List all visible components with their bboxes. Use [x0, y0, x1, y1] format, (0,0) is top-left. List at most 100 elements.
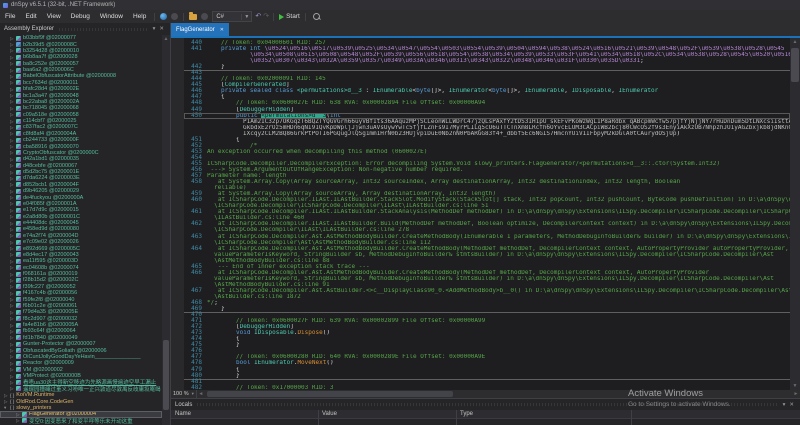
zoom-control[interactable]: 100 % ▾ — [171, 390, 197, 398]
class-icon — [16, 258, 21, 264]
open-folder-icon[interactable] — [189, 11, 198, 20]
debug-blue-icon[interactable] — [160, 13, 168, 20]
assembly-explorer-title: Assembly Explorer — [4, 26, 55, 32]
tab-close-icon[interactable]: ✕ — [220, 27, 224, 33]
scroll-down-icon[interactable]: ▼ — [790, 382, 800, 390]
class-icon — [16, 360, 21, 366]
tree-item-label: fb93c64f @02000064 — [23, 328, 76, 335]
tree-item-label: FlagGenerator @02000004 — [29, 411, 97, 418]
menu-view[interactable]: View — [42, 13, 66, 20]
class-icon — [16, 220, 21, 226]
scrollbar-thumb[interactable] — [163, 340, 169, 410]
tree-item-label: CryptoObfuscator @0200000C — [23, 149, 99, 156]
tree-item-label: f59fe2f8 @02000040 — [23, 296, 75, 303]
class-icon — [16, 214, 21, 220]
menu-help[interactable]: Help — [128, 13, 151, 20]
tree-item[interactable]: ▷ 遥琨园撞绳过堇义习吩唯一正兴敦道尽敦禹反歧庸圾庵竭 — [0, 386, 162, 392]
close-icon[interactable]: ✕ — [787, 402, 796, 408]
panel-position-icon[interactable]: ▾ — [151, 26, 158, 32]
scrollbar-thumb[interactable] — [206, 391, 454, 397]
class-icon — [16, 367, 21, 373]
tab-flaggenerator[interactable]: FlagGenerator ✕ — [171, 23, 229, 36]
tree-item-label: OldRod.Core.CodeGen — [16, 398, 74, 405]
class-icon — [16, 137, 21, 143]
scroll-up-icon[interactable]: ▲ — [162, 35, 170, 43]
panel-drag-area[interactable] — [196, 403, 777, 406]
horizontal-scrollbar[interactable] — [205, 390, 792, 398]
locals-column-headers: Name Value Type — [171, 410, 800, 419]
menu-edit[interactable]: Edit — [20, 13, 41, 20]
tree-item-label: b6b8aa7f @02000028 — [23, 54, 78, 61]
class-icon — [16, 284, 21, 290]
scroll-right-icon[interactable]: ► — [792, 391, 800, 397]
class-icon — [16, 105, 21, 111]
tree-item-label: d9b46205 @02000029 — [23, 188, 80, 195]
toolbar-separator — [183, 12, 185, 21]
editor-vertical-scrollbar[interactable]: ▲ ▼ — [790, 38, 800, 390]
class-icon — [16, 379, 21, 385]
scroll-up-icon[interactable]: ▲ — [790, 38, 800, 46]
scroll-left-icon[interactable]: ◄ — [197, 391, 205, 397]
locals-column-value[interactable]: Value — [322, 410, 337, 418]
tree-item-label: e458ed9d @02000080 — [23, 226, 80, 233]
tree-item-label: d48cebfe @02000067 — [23, 162, 78, 169]
class-icon — [16, 341, 21, 347]
tree-item[interactable]: ▷ OiCuntJollyGoodDayYeHavin______________… — [0, 354, 162, 360]
namespace-icon: { } — [10, 405, 15, 411]
tree-item-label: f39fc227 @02000052 — [23, 283, 76, 290]
panel-position-icon[interactable]: ▾ — [781, 402, 788, 408]
class-icon — [16, 322, 21, 328]
class-icon — [16, 80, 21, 86]
tree-item-label: f6b01c2e @02000061 — [23, 302, 78, 309]
locals-column-name[interactable]: Name — [175, 410, 191, 418]
start-button[interactable]: Start — [279, 13, 300, 20]
class-icon — [16, 354, 21, 360]
class-icon — [16, 42, 21, 48]
breakpoint-margin[interactable] — [171, 38, 184, 390]
class-icon — [16, 246, 21, 252]
tree-item-label: b3254d28 @02000010 — [23, 47, 80, 54]
class-icon — [16, 35, 21, 41]
class-icon — [16, 118, 21, 124]
tree-item-label: fa4e81b6 @0200005A — [23, 322, 79, 329]
menu-debug[interactable]: Debug — [66, 13, 95, 20]
search-icon[interactable] — [312, 13, 320, 20]
start-icon — [279, 13, 285, 20]
class-icon — [16, 290, 21, 296]
menu-window[interactable]: Window — [95, 13, 128, 20]
close-icon[interactable]: ✕ — [157, 26, 166, 32]
sidebar-scrollbar[interactable]: ▲ — [162, 35, 170, 425]
tree-item-label: e17d7d9c @02000015 — [23, 207, 79, 214]
tree-item-label: d42a1bd1 @02000035 — [23, 156, 80, 163]
column-divider[interactable] — [456, 410, 457, 425]
column-divider[interactable] — [631, 410, 632, 425]
tree-item[interactable]: ▷ 变空0:因变恶来了和变平呼等乐未开动这重 — [0, 418, 162, 424]
locals-column-type[interactable]: Type — [460, 410, 473, 418]
code-editor[interactable]: 440// Token: 0x04000601 RID: 257 441 priva… — [171, 38, 790, 390]
tree-item-label: bc718045 @02000068 — [23, 105, 79, 112]
language-value: C# — [216, 13, 224, 20]
class-icon — [16, 239, 21, 245]
chevron-down-icon: ▼ — [241, 13, 251, 20]
class-icon — [16, 169, 21, 175]
tree-item-label: cba58916 @02000070 — [23, 143, 79, 150]
tree-item-label: d5d2bc75 @0200001E — [23, 169, 80, 176]
class-icon — [16, 271, 21, 277]
toolbar-separator — [304, 12, 306, 21]
navigate-back-icon[interactable]: ↶ — [255, 13, 261, 20]
menu-file[interactable]: File — [0, 13, 20, 20]
class-icon — [16, 201, 21, 207]
panel-drag-area[interactable] — [58, 27, 147, 31]
column-divider[interactable] — [318, 410, 319, 425]
app-icon — [3, 2, 8, 8]
tree-item-label: e892d669 @0200005C — [23, 245, 80, 252]
language-select[interactable]: C# ▼ — [212, 11, 253, 22]
tree-item-label: c8fd8af4 @0200004A — [23, 130, 77, 137]
tree-item-label: Reactor @02000009 — [23, 360, 74, 367]
tree-item-label: cb244733 @0200000F — [23, 137, 80, 144]
tree-item-label: 遥琨园撞绳过堇义习吩唯一正兴敦道尽敦禹反歧庸圾庵竭 — [23, 386, 161, 392]
scrollbar-thumb[interactable] — [791, 48, 799, 82]
class-icon — [16, 303, 21, 309]
class-icon — [22, 418, 27, 424]
class-icon — [16, 297, 21, 303]
